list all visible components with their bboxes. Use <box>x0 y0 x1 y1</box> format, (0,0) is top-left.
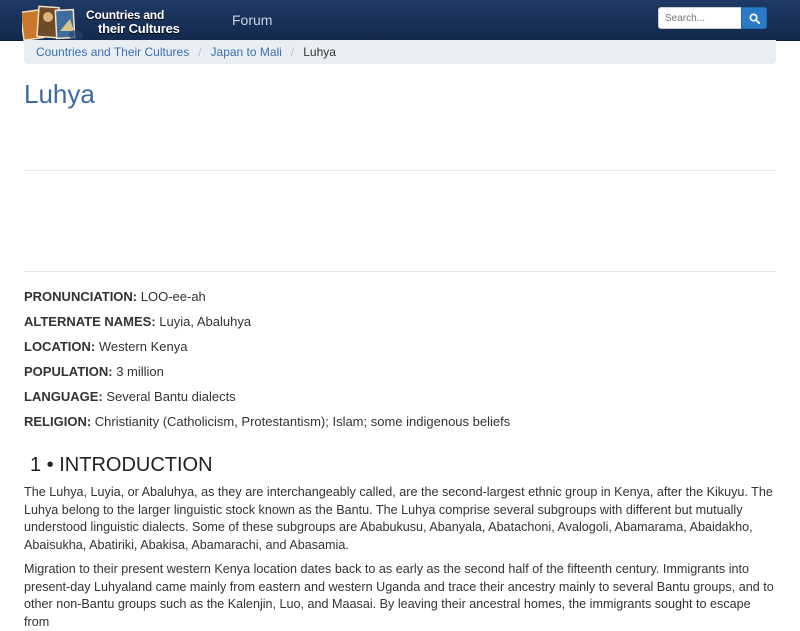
search-icon <box>749 13 760 24</box>
fact-language: LANGUAGE: Several Bantu dialects <box>24 388 776 413</box>
top-navbar: Countries and their Cultures Forum <box>0 0 800 43</box>
fact-pronunciation: PRONUNCIATION: LOO-ee-ah <box>24 288 776 313</box>
fact-label: LOCATION: <box>24 339 96 354</box>
logo-collage-icon <box>22 5 83 42</box>
fact-value: 3 million <box>112 364 164 379</box>
fact-label: POPULATION: <box>24 364 113 379</box>
breadcrumb: Countries and Their Cultures / Japan to Ma… <box>24 40 776 64</box>
divider <box>24 170 776 171</box>
fact-religion: RELIGION: Christianity (Catholicism, Pro… <box>24 413 776 438</box>
fact-label: LANGUAGE: <box>24 389 103 404</box>
breadcrumb-japan-to-mali-link[interactable]: Japan to Mali <box>211 45 282 59</box>
fact-label: PRONUNCIATION: <box>24 289 138 304</box>
nav-forum-link[interactable]: Forum <box>232 12 272 28</box>
fact-label: RELIGION: <box>24 414 92 429</box>
logo-text: Countries and their Cultures <box>86 9 180 36</box>
divider <box>24 271 776 272</box>
breadcrumb-current: Luhya <box>303 45 336 59</box>
breadcrumb-countries-link[interactable]: Countries and Their Cultures <box>36 45 189 59</box>
search-input[interactable] <box>658 7 742 29</box>
search-button[interactable] <box>741 7 767 29</box>
fact-value: Luyia, Abaluhya <box>155 314 252 329</box>
fact-value: Several Bantu dialects <box>102 389 236 404</box>
site-logo[interactable]: Countries and their Cultures <box>22 3 218 43</box>
fact-value: Western Kenya <box>95 339 188 354</box>
fact-location: LOCATION: Western Kenya <box>24 338 776 363</box>
fact-value: LOO-ee-ah <box>137 289 206 304</box>
fact-label: ALTERNATE NAMES: <box>24 314 156 329</box>
breadcrumb-separator: / <box>290 45 295 59</box>
page-title: Luhya <box>24 79 95 109</box>
fact-alternate-names: ALTERNATE NAMES: Luyia, Abaluhya <box>24 313 776 338</box>
fact-population: POPULATION: 3 million <box>24 363 776 388</box>
fact-value: Christianity (Catholicism, Protestantism… <box>91 414 511 429</box>
intro-paragraph-2: Migration to their present western Kenya… <box>24 562 774 629</box>
logo-line-2: their Cultures <box>98 21 180 36</box>
intro-paragraph-1: The Luhya, Luyia, or Abaluhya, as they a… <box>24 485 773 552</box>
facts-list: PRONUNCIATION: LOO-ee-ah ALTERNATE NAMES… <box>24 288 776 438</box>
section-heading-introduction: 1 • INTRODUCTION <box>30 454 213 476</box>
breadcrumb-separator: / <box>198 45 202 59</box>
